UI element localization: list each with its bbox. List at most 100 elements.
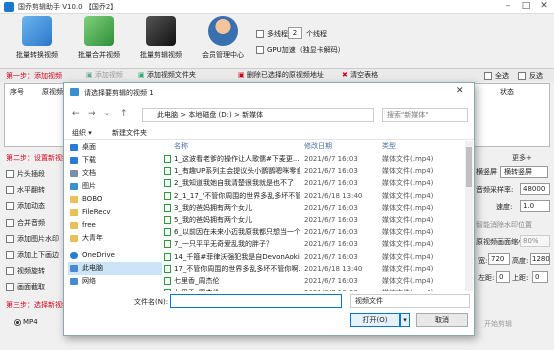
option-audio[interactable]: 合并音频	[6, 215, 59, 231]
file-name: 1_有趣UP系列主会提议头小鹦鹦嗯咪零食...	[174, 167, 300, 176]
option-hflip[interactable]: 水平翻转	[6, 182, 59, 198]
threads-input[interactable]: 2	[288, 27, 302, 39]
col-date[interactable]: 修改日期	[304, 141, 332, 151]
filename-input[interactable]	[170, 294, 342, 308]
member-center-tool[interactable]: 会员管理中心	[192, 16, 254, 62]
tree-free[interactable]: free	[68, 219, 162, 232]
new-folder-button[interactable]: 新建文件夹	[112, 128, 147, 138]
cancel-button[interactable]: 取消	[416, 313, 468, 327]
option-watermark[interactable]: 添加图片水印	[6, 231, 59, 247]
file-row[interactable]: 5_我的爸妈拥有两个女儿 2021/6/7 16:03 媒体文件(.mp4)	[164, 214, 464, 226]
video-file-icon	[164, 252, 171, 261]
top-input[interactable]: 0	[532, 271, 548, 283]
edit-video-tool[interactable]: 批量剪辑视频	[130, 16, 192, 62]
file-row[interactable]: 1_这波看老爹的操作让人歌儒#下麦更... 2021/6/7 16:03 媒体文件(…	[164, 153, 464, 165]
rotate-checkbox[interactable]	[6, 267, 14, 276]
add-folder-button[interactable]: ▣ 添加视频文件夹	[138, 70, 196, 80]
scroll-thumb[interactable]	[466, 147, 472, 187]
tree-youth[interactable]: 大青年	[68, 232, 162, 245]
option-rotate[interactable]: 视频旋转	[6, 263, 59, 279]
close-button[interactable]: ✕	[536, 1, 552, 11]
search-input[interactable]: 搜索"新媒体"	[382, 108, 468, 122]
file-name: 7_一只平平无奇爱乱我的胖子？	[174, 240, 273, 249]
file-row[interactable]: 2_我知道我她自我清楚很我就是也不了 2021/6/7 16:03 媒体文件(.mp…	[164, 177, 464, 189]
file-row[interactable]: 14_千箍#菲律沃强犯我是自DevonAoki#... 2021/6/7 16:0…	[164, 251, 464, 263]
tree-onedrive[interactable]: OneDrive	[68, 249, 162, 262]
file-name: 1_这波看老爹的操作让人歌儒#下麦更...	[174, 155, 300, 163]
start-button[interactable]: 开始剪辑	[484, 319, 512, 329]
width-input[interactable]: 720	[488, 253, 510, 265]
file-row[interactable]: 七里香_周杰伦 2021/6/7 16:03 媒体文件(.mp4)	[164, 287, 464, 291]
mp4-option[interactable]: MP4	[14, 318, 38, 326]
select-all-checkbox[interactable]	[484, 72, 492, 80]
delete-selected-button[interactable]: ▣ 删除已选择的原视频地址	[238, 70, 324, 80]
back-button[interactable]: ←	[72, 109, 80, 119]
tree-filerecv[interactable]: FileRecv	[68, 206, 162, 219]
clear-table-button[interactable]: ✖ 清空表格	[342, 70, 378, 80]
open-dropdown-button[interactable]: ▾	[400, 313, 410, 327]
tree-this-pc[interactable]: 此电脑	[68, 262, 162, 275]
tree-desktop[interactable]: 桌面	[68, 141, 162, 154]
address-bar[interactable]: 此电脑 > 本地磁盘 (D:) > 新媒体	[142, 108, 374, 122]
scale-input[interactable]: 80%	[520, 235, 550, 247]
file-row[interactable]: 1_有趣UP系列主会提议头小鹦鹦嗯咪零食... 2021/6/7 16:03 媒体文…	[164, 165, 464, 177]
forward-button[interactable]: →	[88, 109, 96, 119]
more-button[interactable]: 更多+	[512, 153, 532, 163]
option-dynamic[interactable]: 添加动态	[6, 198, 59, 214]
crop-checkbox[interactable]	[6, 283, 14, 292]
sample-rate-label: 音频采样率:	[476, 186, 514, 194]
speed-input[interactable]: 1.0	[520, 200, 550, 212]
gpu-checkbox[interactable]	[256, 46, 264, 54]
path-drive[interactable]: 本地磁盘 (D:)	[188, 111, 231, 119]
select-all-option[interactable]: 全选	[484, 71, 509, 81]
file-row[interactable]: 七里香_周杰伦 2021/6/7 16:03 媒体文件(.mp4)	[164, 275, 464, 287]
option-borders[interactable]: 添加上下画边	[6, 247, 59, 263]
left-input[interactable]: 0	[496, 271, 510, 283]
reframe-select[interactable]: 横转竖屏	[500, 166, 548, 178]
tree-bobo[interactable]: BOBO	[68, 193, 162, 206]
option-intro[interactable]: 片头插段	[6, 166, 59, 182]
filetype-select[interactable]: 视频文件	[350, 294, 470, 308]
file-row[interactable]: 17_不管你周围的世界多乱多坏不管你啊... 2021/6/18 13:40 媒体文…	[164, 263, 464, 275]
invert-checkbox[interactable]	[518, 72, 526, 80]
dynamic-checkbox[interactable]	[6, 202, 14, 211]
tree-label: 大青年	[82, 234, 103, 242]
tree-pictures[interactable]: 图片	[68, 180, 162, 193]
borders-checkbox[interactable]	[6, 251, 14, 260]
file-row[interactable]: 6_以前因在未来小迈我原我都只想当一个... 2021/6/7 16:03 媒体文件…	[164, 226, 464, 238]
option-crop[interactable]: 画面截取	[6, 279, 59, 295]
dialog-close-button[interactable]: ✕	[456, 86, 464, 96]
merge-video-tool[interactable]: 批量合并视频	[68, 16, 130, 62]
intro-checkbox[interactable]	[6, 170, 14, 178]
add-video-button[interactable]: ▣ 添加视频	[86, 70, 123, 80]
col-type[interactable]: 类型	[382, 141, 396, 151]
gpu-option[interactable]: GPU加速（独显卡解码）	[256, 45, 345, 55]
watermark-checkbox[interactable]	[6, 234, 14, 243]
file-row[interactable]: 7_一只平平无奇爱乱我的胖子？ 2021/6/7 16:03 媒体文件(.mp4)	[164, 238, 464, 250]
minimize-button[interactable]: –	[500, 1, 516, 11]
hflip-checkbox[interactable]	[6, 186, 14, 195]
col-name[interactable]: 名称	[174, 141, 188, 151]
maximize-button[interactable]: □	[518, 1, 534, 11]
multithread-checkbox[interactable]	[256, 30, 264, 38]
height-input[interactable]: 1280	[530, 253, 550, 265]
up-button[interactable]: ↑	[120, 109, 128, 119]
tree-downloads[interactable]: 下载	[68, 154, 162, 167]
open-button[interactable]: 打开(O)	[350, 313, 400, 327]
file-row[interactable]: 3_我的爸妈拥有两个女儿 2021/6/7 16:03 媒体文件(.mp4)	[164, 202, 464, 214]
convert-video-tool[interactable]: 批量转换视频	[6, 16, 68, 62]
path-folder[interactable]: 新媒体	[242, 111, 263, 119]
tree-network[interactable]: 网络	[68, 275, 162, 288]
invert-option[interactable]: 反选	[518, 71, 543, 81]
path-pc[interactable]: 此电脑	[157, 111, 178, 119]
file-scrollbar[interactable]	[465, 141, 473, 291]
tree-documents[interactable]: 文档	[68, 167, 162, 180]
multithread-option[interactable]: 多线程	[256, 29, 288, 39]
mp4-radio[interactable]	[14, 318, 21, 326]
recent-dropdown[interactable]: ⌄	[104, 109, 110, 117]
file-name: 七里香_周杰伦	[174, 287, 300, 291]
audio-checkbox[interactable]	[6, 218, 14, 227]
file-row[interactable]: 2_1_17_'不管你周围的世界多乱多坏不管你... 2021/6/18 13:4…	[164, 190, 464, 202]
sample-rate-input[interactable]: 48000	[520, 183, 550, 195]
organize-button[interactable]: 组织 ▾	[72, 128, 92, 138]
